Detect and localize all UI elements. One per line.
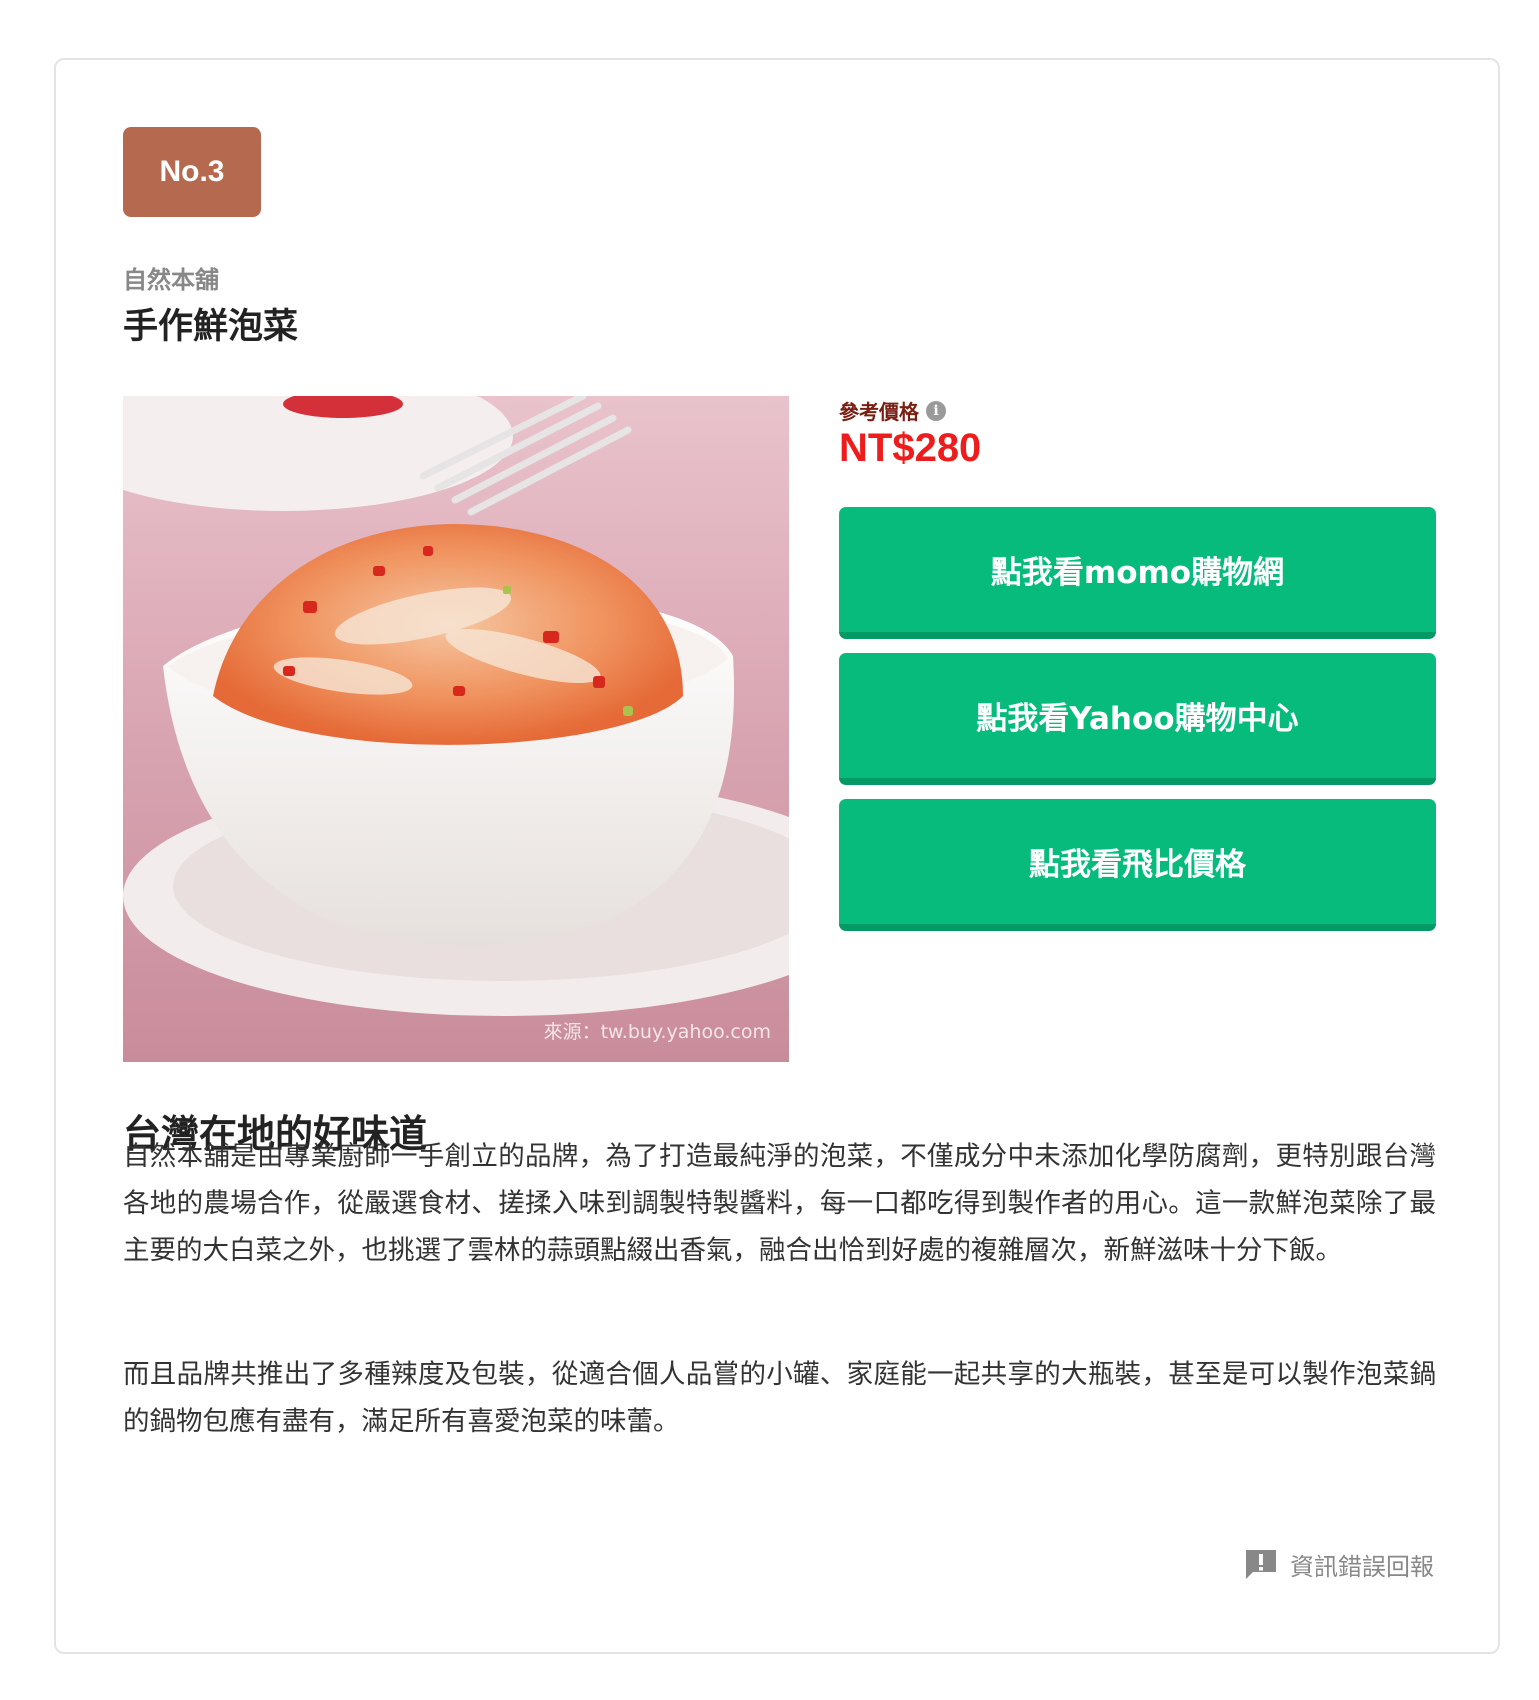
- product-image: 來源：tw.buy.yahoo.com: [123, 396, 789, 1062]
- feebee-price-button[interactable]: 點我看飛比價格: [839, 799, 1436, 931]
- feedback-icon: [1244, 1548, 1278, 1582]
- report-error-link[interactable]: 資訊錯誤回報: [1244, 1547, 1434, 1582]
- report-label: 資訊錯誤回報: [1290, 1553, 1434, 1581]
- reference-price-label: 參考價格 i: [839, 396, 946, 425]
- image-source-credit: 來源：tw.buy.yahoo.com: [543, 1021, 771, 1043]
- brand-name: 自然本舖: [123, 266, 219, 294]
- price-label-text: 參考價格: [839, 400, 919, 424]
- info-icon[interactable]: i: [926, 400, 946, 421]
- price-value: NT$280: [839, 426, 982, 470]
- description-paragraph: 而且品牌共推出了多種辣度及包裝，從適合個人品嘗的小罐、家庭能一起共享的大瓶裝，甚…: [123, 1359, 1436, 1437]
- momo-shop-button[interactable]: 點我看momo購物網: [839, 507, 1436, 639]
- rank-badge: No.3: [123, 127, 261, 217]
- kimchi-bowl-photo: [123, 396, 789, 1062]
- description-paragraph: 自然本舖是由專業廚師一手創立的品牌，為了打造最純淨的泡菜，不僅成分中未添加化學防…: [123, 1141, 1436, 1266]
- product-card: No.3 自然本舖 手作鮮泡菜 來源：tw.buy.yahoo.com 參考價格…: [54, 58, 1500, 1654]
- product-name: 手作鮮泡菜: [123, 307, 299, 347]
- yahoo-shop-button[interactable]: 點我看Yahoo購物中心: [839, 653, 1436, 785]
